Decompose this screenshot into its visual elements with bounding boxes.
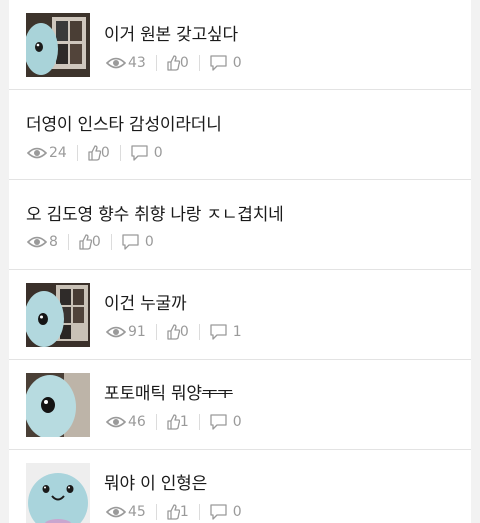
meta-divider [76, 145, 78, 161]
meta-divider [198, 504, 200, 520]
comment-count[interactable]: 0 [210, 504, 242, 520]
post-title[interactable]: 뭐야 이 인형은 [104, 469, 207, 494]
thumbs-up-icon [167, 414, 180, 430]
comment-icon [210, 414, 227, 430]
post-meta: 91 0 1 [106, 322, 242, 342]
post-title[interactable]: 포토매틱 뭐양ㅜㅜ [104, 379, 233, 404]
post-title[interactable]: 더영이 인스타 감성이라더니 [26, 110, 222, 135]
post-item[interactable]: 이거 원본 갖고싶다 43 0 0 [9, 0, 471, 90]
view-count: 45 [106, 504, 146, 520]
eye-icon [106, 326, 126, 338]
thumbs-up-icon [79, 234, 92, 250]
eye-icon [27, 236, 47, 248]
post-list: 이거 원본 갖고싶다 43 0 0 더영이 인스타 감성이라더니 24 0 0 … [9, 0, 471, 523]
comment-count[interactable]: 1 [210, 324, 242, 340]
post-meta: 24 0 0 [27, 143, 163, 163]
view-count: 24 [27, 145, 67, 161]
meta-divider [198, 55, 200, 71]
thumbs-up-icon [167, 55, 180, 71]
post-title[interactable]: 이거 원본 갖고싶다 [104, 20, 238, 45]
eye-icon [106, 416, 126, 428]
comment-count[interactable]: 0 [210, 55, 242, 71]
meta-divider [155, 504, 157, 520]
meta-divider [155, 414, 157, 430]
post-meta: 43 0 0 [106, 53, 242, 73]
post-title[interactable]: 이건 누굴까 [104, 289, 187, 314]
view-count: 43 [106, 55, 146, 71]
post-meta: 8 0 0 [27, 232, 154, 252]
meta-divider [198, 324, 200, 340]
comment-count[interactable]: 0 [131, 145, 163, 161]
post-item[interactable]: 뭐야 이 인형은 45 1 0 [9, 450, 471, 523]
view-count: 91 [106, 324, 146, 340]
eye-icon [106, 57, 126, 69]
comment-icon [122, 234, 139, 250]
post-thumbnail [26, 283, 90, 347]
like-count[interactable]: 1 [167, 414, 189, 430]
post-item[interactable]: 오 김도영 향수 취향 나랑 ㅈㄴ겹치네 8 0 0 [9, 180, 471, 270]
view-count: 8 [27, 234, 58, 250]
comment-icon [131, 145, 148, 161]
post-item[interactable]: 이건 누굴까 91 0 1 [9, 270, 471, 360]
thumbs-up-icon [88, 145, 101, 161]
like-count[interactable]: 0 [88, 145, 110, 161]
post-thumbnail [26, 463, 90, 523]
meta-divider [198, 414, 200, 430]
post-item[interactable]: 더영이 인스타 감성이라더니 24 0 0 [9, 90, 471, 180]
comment-count[interactable]: 0 [122, 234, 154, 250]
meta-divider [110, 234, 112, 250]
meta-divider [119, 145, 121, 161]
meta-divider [155, 55, 157, 71]
post-meta: 45 1 0 [106, 502, 242, 522]
eye-icon [27, 147, 47, 159]
like-count[interactable]: 0 [167, 55, 189, 71]
thumbs-up-icon [167, 504, 180, 520]
view-count: 46 [106, 414, 146, 430]
like-count[interactable]: 0 [79, 234, 101, 250]
post-title[interactable]: 오 김도영 향수 취향 나랑 ㅈㄴ겹치네 [26, 200, 284, 225]
post-thumbnail [26, 13, 90, 77]
post-item[interactable]: 포토매틱 뭐양ㅜㅜ 46 1 0 [9, 360, 471, 450]
post-meta: 46 1 0 [106, 412, 242, 432]
thumbs-up-icon [167, 324, 180, 340]
comment-icon [210, 504, 227, 520]
post-thumbnail [26, 373, 90, 437]
comment-icon [210, 324, 227, 340]
meta-divider [155, 324, 157, 340]
comment-count[interactable]: 0 [210, 414, 242, 430]
like-count[interactable]: 0 [167, 324, 189, 340]
eye-icon [106, 506, 126, 518]
like-count[interactable]: 1 [167, 504, 189, 520]
meta-divider [67, 234, 69, 250]
comment-icon [210, 55, 227, 71]
